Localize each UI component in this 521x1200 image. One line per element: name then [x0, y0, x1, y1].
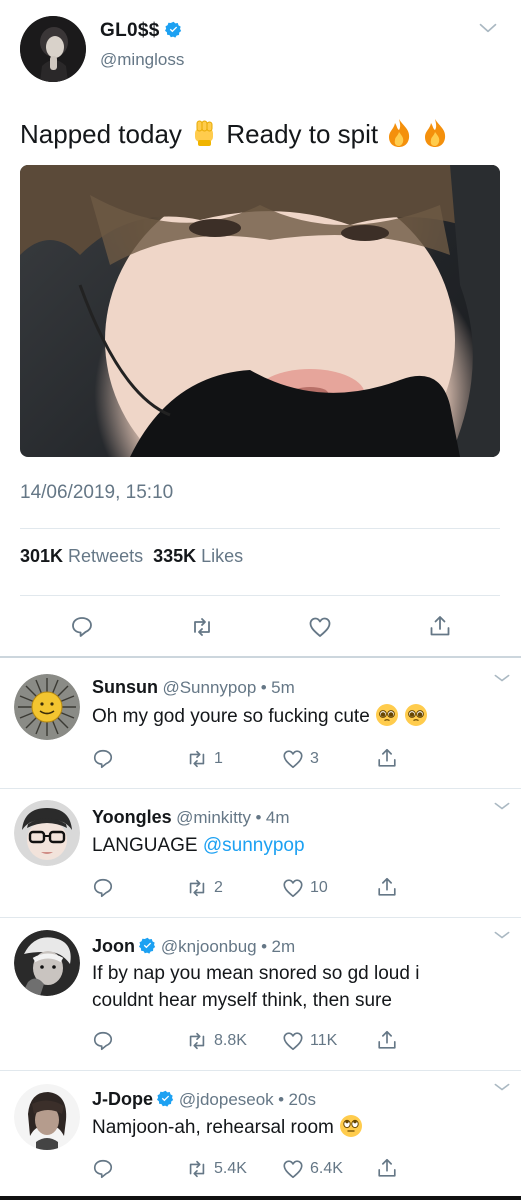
like-count: 10 — [310, 879, 328, 896]
retweet-button[interactable]: 2 — [186, 877, 223, 899]
meta-separator: • — [260, 678, 267, 697]
bottom-edge — [0, 1196, 521, 1200]
divider — [0, 917, 521, 918]
like-icon[interactable] — [308, 615, 332, 639]
share-icon[interactable] — [376, 747, 398, 769]
verified-badge-icon — [157, 1090, 174, 1107]
reply-icon[interactable] — [70, 615, 94, 639]
verified-badge-icon — [139, 937, 156, 954]
retweet-button[interactable]: 8.8K — [186, 1030, 247, 1052]
retweet-icon — [189, 879, 205, 897]
mention-link[interactable]: @sunnypop — [203, 835, 305, 856]
reply-avatar-sunsun[interactable] — [14, 674, 80, 740]
reply-text-line: If by nap you mean snored so gd loud i — [92, 963, 420, 984]
divider — [0, 788, 521, 789]
tweet-timestamp: 14/06/2019, 15:10 — [20, 482, 174, 503]
retweet-icon — [189, 1160, 205, 1178]
retweet-icon — [189, 750, 205, 768]
thread-separator — [0, 656, 521, 658]
pleading-face-emoji — [376, 704, 399, 726]
reply-handle[interactable]: @Sunnypop — [162, 678, 256, 697]
chevron-down-icon[interactable] — [492, 668, 512, 688]
reply-text: Oh my god youre so fucking cute — [92, 703, 428, 730]
reply-icon[interactable] — [92, 1158, 114, 1180]
reply-handle[interactable]: @knjoonbug — [161, 937, 257, 956]
meta-separator: • — [255, 808, 262, 827]
reply-actions: 5.4K 6.4K — [92, 1158, 412, 1182]
reply-display-name[interactable]: Joon — [92, 936, 135, 956]
divider — [0, 1070, 521, 1071]
reply-text: If by nap you mean snored so gd loud i c… — [92, 960, 419, 1014]
reply-time: 4m — [265, 808, 290, 827]
retweets-link[interactable]: Retweets — [68, 546, 143, 566]
like-count: 3 — [310, 750, 319, 767]
likes-count: 335K — [153, 546, 197, 566]
reply-display-name[interactable]: Sunsun — [92, 677, 158, 697]
reply-avatar-joon[interactable] — [14, 930, 80, 996]
likes-link[interactable]: Likes — [201, 546, 243, 566]
retweet-count: 2 — [214, 879, 223, 896]
author-handle[interactable]: @mingloss — [100, 50, 184, 70]
retweet-icon[interactable] — [190, 615, 214, 639]
reply-text: LANGUAGE @sunnypop — [92, 835, 305, 856]
like-icon — [283, 750, 303, 769]
tweet-photo[interactable] — [20, 165, 500, 457]
chevron-down-icon[interactable] — [478, 18, 498, 38]
chevron-down-icon[interactable] — [492, 1077, 512, 1097]
tweet-stats: 301K Retweets 335K Likes — [20, 546, 243, 567]
retweet-button[interactable]: 1 — [186, 748, 223, 770]
raised-fist-emoji — [195, 120, 214, 146]
share-icon[interactable] — [428, 614, 452, 638]
pleading-face-emoji — [405, 704, 428, 726]
reply-display-name[interactable]: Yoongles — [92, 807, 172, 827]
reply-icon[interactable] — [92, 748, 114, 770]
chevron-down-icon[interactable] — [492, 796, 512, 816]
reply-avatar-yoongles[interactable] — [14, 800, 80, 866]
like-icon — [283, 1032, 303, 1051]
reply-actions: 2 10 — [92, 877, 412, 901]
retweet-button[interactable]: 5.4K — [186, 1158, 247, 1180]
fire-emoji — [424, 119, 445, 147]
reply-avatar-j-dope[interactable] — [14, 1084, 80, 1150]
reply-text: Namjoon-ah, rehearsal room — [92, 1114, 363, 1141]
divider — [20, 528, 500, 529]
share-icon[interactable] — [376, 1157, 398, 1179]
divider — [20, 595, 500, 596]
retweet-count: 5.4K — [214, 1160, 247, 1177]
reply-icon[interactable] — [92, 877, 114, 899]
like-count: 11K — [310, 1032, 338, 1049]
chevron-down-icon[interactable] — [492, 925, 512, 945]
reply-time: 2m — [271, 937, 296, 956]
reply-text-line: couldnt hear myself think, then sure — [92, 990, 392, 1011]
meta-separator: • — [261, 937, 268, 956]
reply-actions: 8.8K 11K — [92, 1030, 412, 1054]
reply-icon[interactable] — [92, 1030, 114, 1052]
reply-time: 5m — [271, 678, 295, 697]
share-icon[interactable] — [376, 876, 398, 898]
author-display-name[interactable]: GL0$$ — [100, 20, 182, 42]
reply-actions: 1 3 — [92, 748, 412, 772]
like-button[interactable]: 11K — [282, 1030, 337, 1052]
retweet-icon — [189, 1032, 205, 1050]
like-icon — [283, 1160, 303, 1179]
verified-badge-icon — [165, 21, 182, 38]
retweet-count: 1 — [214, 750, 223, 767]
like-count: 6.4K — [310, 1160, 343, 1177]
retweets-count: 301K — [20, 546, 64, 566]
tweet-text: Napped today Ready to spit — [20, 118, 449, 150]
reply-handle[interactable]: @jdopeseok — [179, 1090, 274, 1109]
reply-handle[interactable]: @minkitty — [176, 808, 251, 827]
eye-roll-emoji — [340, 1115, 363, 1137]
author-avatar[interactable] — [20, 16, 86, 82]
like-button[interactable]: 6.4K — [282, 1158, 343, 1180]
share-icon[interactable] — [376, 1029, 398, 1051]
reply-time: 20s — [288, 1090, 316, 1109]
like-button[interactable]: 10 — [282, 877, 328, 899]
meta-separator: • — [278, 1090, 285, 1109]
fire-emoji — [389, 119, 410, 147]
like-button[interactable]: 3 — [282, 748, 319, 770]
like-icon — [283, 879, 303, 898]
reply-display-name[interactable]: J-Dope — [92, 1089, 153, 1109]
retweet-count: 8.8K — [214, 1032, 247, 1049]
